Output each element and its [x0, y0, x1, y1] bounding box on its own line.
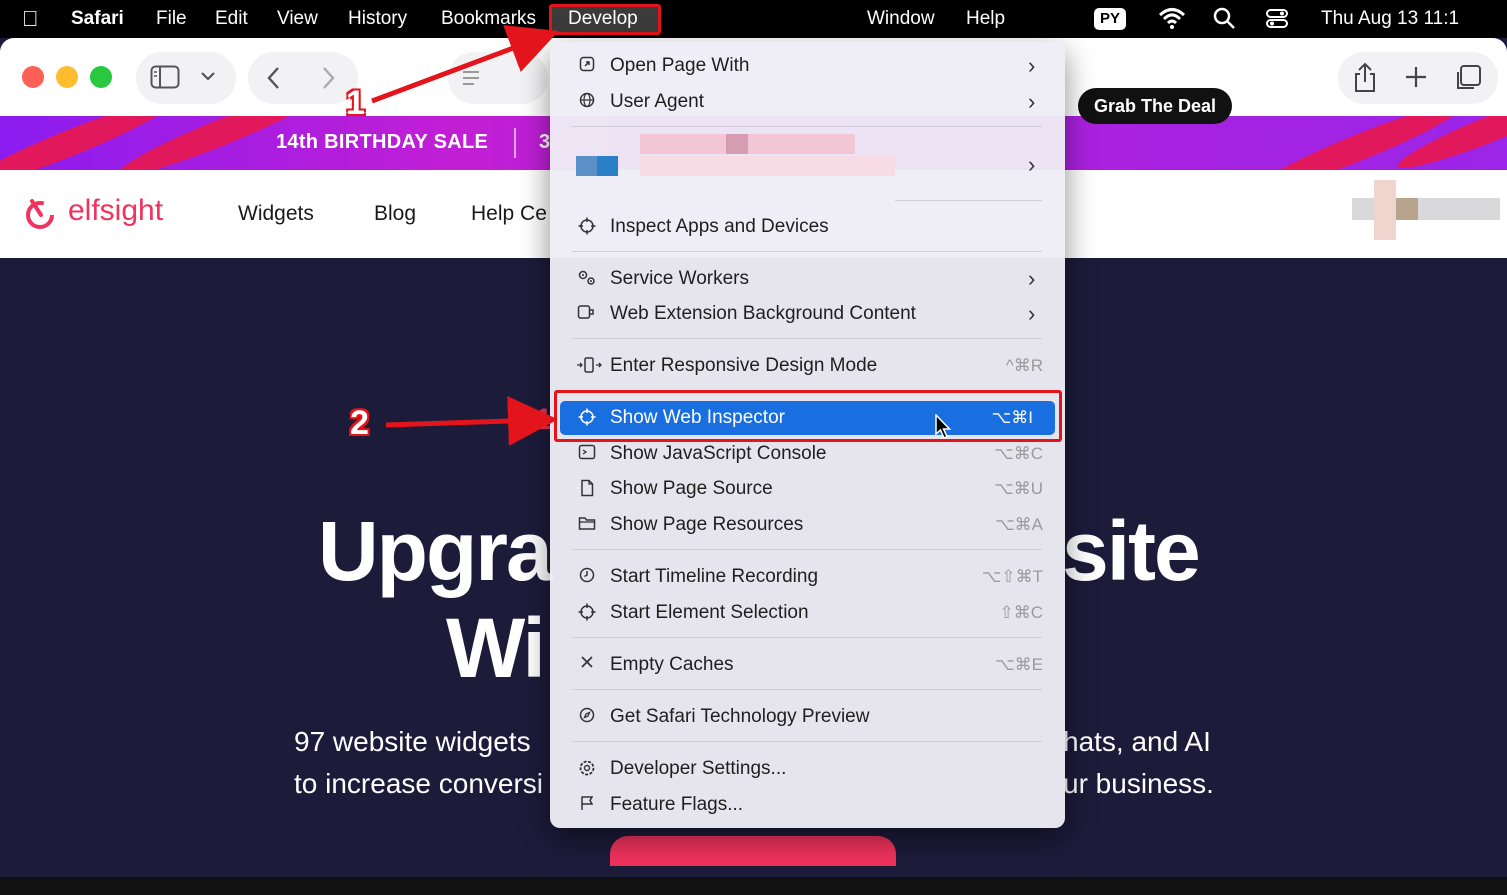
- annotation-step-1: 1: [346, 84, 365, 122]
- annotation-arrows: [371, 25, 559, 446]
- annotation-step-2: 2: [350, 404, 369, 442]
- annotation-arrow-1: [371, 25, 559, 104]
- annotation-arrow-2: [385, 395, 558, 446]
